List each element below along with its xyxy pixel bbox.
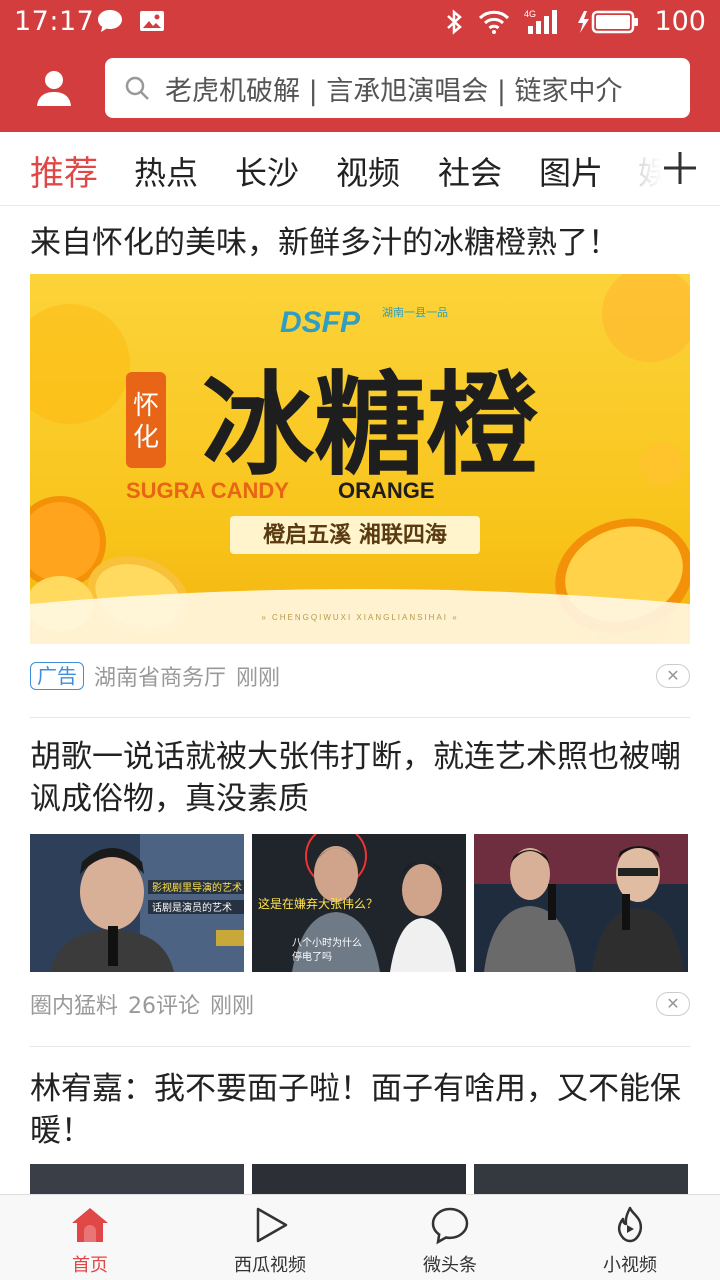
status-left-icons bbox=[96, 8, 166, 34]
nav-xigua-video[interactable]: 西瓜视频 bbox=[180, 1195, 360, 1280]
nav-weitoutiao[interactable]: 微头条 bbox=[360, 1195, 540, 1280]
nav-home[interactable]: 首页 bbox=[0, 1195, 180, 1280]
search-bar[interactable]: 老虎机破解 | 言承旭演唱会 | 链家中介 bbox=[105, 58, 690, 118]
article-source[interactable]: 圈内猛料 bbox=[30, 988, 118, 1020]
thumbnail-2[interactable]: 这是在嫌弃大张伟么？ 八个小时为什么 停电了吗 bbox=[252, 834, 466, 972]
battery-percent: 100 bbox=[654, 6, 706, 37]
svg-text:SUGRA CANDY: SUGRA CANDY bbox=[126, 478, 289, 503]
flame-play-icon bbox=[618, 1206, 642, 1243]
status-time: 17:17 bbox=[14, 6, 95, 37]
article-title: 林宥嘉：我不要面子啦！面子有啥用，又不能保暖！ bbox=[30, 1071, 681, 1149]
status-bar: 17:17 4G 100 bbox=[0, 0, 720, 44]
tab-hot[interactable]: 热点 bbox=[134, 148, 198, 194]
svg-text:湖南一县一品: 湖南一县一品 bbox=[382, 306, 448, 319]
svg-text:ORANGE: ORANGE bbox=[338, 478, 435, 503]
svg-text:这是在嫌弃大张伟么？: 这是在嫌弃大张伟么？ bbox=[258, 896, 378, 911]
article-meta: 圈内猛料 26评论 刚刚 bbox=[30, 988, 254, 1020]
svg-text:八个小时为什么: 八个小时为什么 bbox=[292, 937, 362, 949]
bluetooth-icon bbox=[447, 8, 463, 35]
bottom-navigation: 首页 西瓜视频 微头条 小视频 bbox=[0, 1194, 720, 1280]
article-title: 胡歌一说话就被大张伟打断，就连艺术照也被嘲讽成俗物，真没素质 bbox=[30, 739, 681, 817]
ad-badge: 广告 bbox=[30, 662, 84, 690]
tab-changsha[interactable]: 长沙 bbox=[235, 148, 299, 194]
svg-text:冰糖橙: 冰糖橙 bbox=[202, 361, 539, 491]
svg-text:橙启五溪 湘联四海: 橙启五溪 湘联四海 bbox=[263, 522, 447, 548]
svg-text:停电了吗: 停电了吗 bbox=[292, 950, 332, 963]
article-comments: 26评论 bbox=[128, 994, 201, 1019]
svg-text:DSFP: DSFP bbox=[280, 306, 361, 339]
battery-icon bbox=[578, 10, 639, 33]
feed-item-ad[interactable]: 来自怀化的美味，新鲜多汁的冰糖橙熟了！ DSFP 湖南一县一品 怀 化 冰糖橙 … bbox=[30, 222, 690, 692]
article-meta: 广告 湖南省商务厅 刚刚 bbox=[30, 660, 280, 692]
orange-ad-graphic: DSFP 湖南一县一品 怀 化 冰糖橙 SUGRA CANDY ORANGE 橙… bbox=[30, 274, 690, 644]
wifi-icon bbox=[479, 10, 510, 34]
svg-text:» CHENGQIWUXI XIANGLIANSIHAI «: » CHENGQIWUXI XIANGLIANSIHAI « bbox=[261, 613, 458, 622]
user-profile-icon[interactable] bbox=[32, 66, 76, 110]
tab-society[interactable]: 社会 bbox=[438, 148, 502, 194]
chat-bubble-icon bbox=[431, 1207, 469, 1245]
article-time: 刚刚 bbox=[236, 666, 281, 691]
thumbnail-2[interactable] bbox=[252, 1164, 466, 1194]
tab-pictures[interactable]: 图片 bbox=[539, 148, 603, 194]
article-thumbnails bbox=[30, 1164, 688, 1194]
feed-item-article[interactable]: 胡歌一说话就被大张伟打断，就连艺术照也被嘲讽成俗物，真没素质 影视剧里导演的艺术… bbox=[30, 736, 690, 1026]
nav-xigua-video-label: 西瓜视频 bbox=[234, 1255, 306, 1276]
dismiss-button[interactable]: ✕ bbox=[656, 992, 690, 1016]
svg-text:影视剧里导演的艺术: 影视剧里导演的艺术 bbox=[152, 881, 242, 894]
top-header: 17:17 4G 100 老虎机破解 | 言承旭演唱会 | 链家中介 bbox=[0, 0, 720, 132]
article-time: 刚刚 bbox=[210, 994, 255, 1019]
search-icon bbox=[125, 76, 149, 100]
divider bbox=[30, 717, 690, 718]
message-icon bbox=[98, 10, 122, 32]
search-placeholder: 老虎机破解 | 言承旭演唱会 | 链家中介 bbox=[165, 75, 623, 107]
svg-text:化: 化 bbox=[133, 423, 159, 453]
article-thumbnails: 影视剧里导演的艺术 话剧是演员的艺术 这是在嫌弃大张伟么？ 八个小时为什么 停电… bbox=[30, 834, 688, 972]
ad-image[interactable]: DSFP 湖南一县一品 怀 化 冰糖橙 SUGRA CANDY ORANGE 橙… bbox=[30, 274, 690, 644]
play-icon bbox=[256, 1207, 288, 1243]
article-title: 来自怀化的美味，新鲜多汁的冰糖橙熟了！ bbox=[30, 225, 619, 261]
svg-text:4G: 4G bbox=[524, 9, 536, 19]
signal-4g-icon: 4G bbox=[524, 9, 558, 34]
thumbnail-3[interactable] bbox=[474, 1164, 688, 1194]
tab-video[interactable]: 视频 bbox=[336, 148, 400, 194]
nav-short-video-label: 小视频 bbox=[603, 1255, 657, 1276]
svg-text:话剧是演员的艺术: 话剧是演员的艺术 bbox=[152, 901, 232, 914]
feed-item-article[interactable]: 林宥嘉：我不要面子啦！面子有啥用，又不能保暖！ bbox=[30, 1068, 690, 1194]
thumbnail-1[interactable]: 影视剧里导演的艺术 话剧是演员的艺术 bbox=[30, 834, 244, 972]
nav-short-video[interactable]: 小视频 bbox=[540, 1195, 720, 1280]
status-right-icons: 4G 100 bbox=[444, 6, 706, 37]
category-tabs: 推荐 热点 长沙 视频 社会 图片 娱 bbox=[0, 132, 720, 206]
article-source[interactable]: 湖南省商务厅 bbox=[94, 660, 226, 692]
svg-text:怀: 怀 bbox=[133, 391, 159, 421]
add-tab-icon[interactable] bbox=[660, 144, 700, 192]
image-notification-icon bbox=[140, 11, 164, 31]
thumbnail-1[interactable] bbox=[30, 1164, 244, 1194]
nav-weitoutiao-label: 微头条 bbox=[423, 1255, 477, 1276]
nav-home-label: 首页 bbox=[72, 1255, 108, 1276]
thumbnail-3[interactable] bbox=[474, 834, 688, 972]
home-icon bbox=[72, 1208, 108, 1242]
tab-recommend[interactable]: 推荐 bbox=[30, 146, 98, 195]
dismiss-button[interactable]: ✕ bbox=[656, 664, 690, 688]
news-feed: 来自怀化的美味，新鲜多汁的冰糖橙熟了！ DSFP 湖南一县一品 怀 化 冰糖橙 … bbox=[0, 206, 720, 1194]
divider bbox=[30, 1046, 690, 1047]
